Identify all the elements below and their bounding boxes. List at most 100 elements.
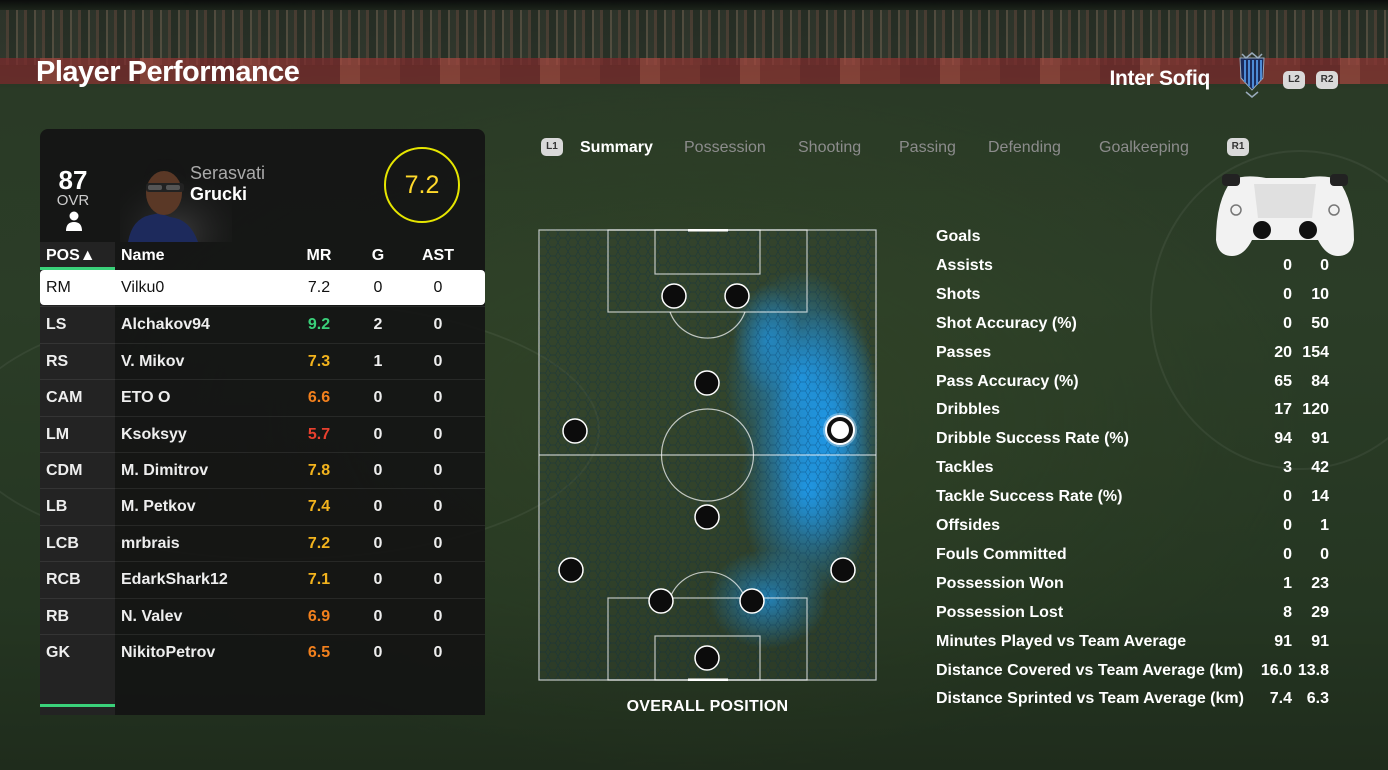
header-ast[interactable]: AST xyxy=(420,247,456,265)
table-row[interactable]: RCB EdarkShark12 7.1 0 0 xyxy=(40,561,485,596)
tab-passing[interactable]: Passing xyxy=(899,139,956,157)
stat-team-value: 42 xyxy=(1311,459,1329,477)
row-assists: 0 xyxy=(433,498,443,516)
stat-row: Goals xyxy=(936,226,1336,255)
stat-team-value: 91 xyxy=(1311,430,1329,448)
stat-row: Possession Won 1 23 xyxy=(936,573,1336,602)
table-row[interactable]: RS V. Mikov 7.3 1 0 xyxy=(40,342,485,378)
player-ovr-label: OVR xyxy=(56,192,90,209)
row-player-name: V. Mikov xyxy=(121,352,185,370)
player-first-name: Serasvati xyxy=(190,163,266,183)
team-crest-icon xyxy=(1239,52,1265,98)
row-goals: 0 xyxy=(373,498,383,516)
table-row[interactable]: CAM ETO O 6.6 0 0 xyxy=(40,379,485,414)
row-player-name: EdarkShark12 xyxy=(121,571,228,589)
row-match-rating: 7.4 xyxy=(307,498,331,516)
stat-team-value: 154 xyxy=(1302,343,1329,361)
stat-label: Dribble Success Rate (%) xyxy=(936,430,1129,448)
row-player-name: Ksoksyy xyxy=(121,425,187,443)
player-ratings-table: POS▲ Name MR G AST RM Vilku0 7.2 0 0 LS Alchak… xyxy=(40,242,485,715)
player-marker xyxy=(694,370,720,396)
stat-label: Pass Accuracy (%) xyxy=(936,372,1079,390)
r1-button[interactable]: R1 xyxy=(1227,138,1249,156)
player-last-name: Grucki xyxy=(190,184,248,204)
l2-button[interactable]: L2 xyxy=(1283,71,1305,89)
player-marker xyxy=(694,645,720,671)
stat-row: Offsides 0 1 xyxy=(936,515,1336,544)
header-name[interactable]: Name xyxy=(121,247,165,265)
row-goals: 0 xyxy=(373,389,383,407)
row-player-name: Vilku0 xyxy=(121,279,165,296)
stat-team-value: 23 xyxy=(1311,574,1329,592)
tab-goalkeeping[interactable]: Goalkeeping xyxy=(1099,139,1189,157)
row-assists: 0 xyxy=(433,316,443,334)
r2-button[interactable]: R2 xyxy=(1316,71,1338,89)
player-marker xyxy=(562,418,588,444)
player-card: 87 OVR Serasvati Grucki 7.2 xyxy=(40,129,485,242)
stat-row: Minutes Played vs Team Average 91 91 xyxy=(936,631,1336,660)
row-position: LS xyxy=(46,316,67,334)
stat-player-value: 3 xyxy=(1283,459,1292,477)
stat-player-value: 91 xyxy=(1274,632,1292,650)
tab-possession[interactable]: Possession xyxy=(684,139,766,157)
selected-player-marker-center xyxy=(831,421,849,439)
row-position: RM xyxy=(46,279,71,296)
table-row[interactable]: LS Alchakov94 9.2 2 0 xyxy=(40,306,485,341)
stat-label: Possession Lost xyxy=(936,603,1064,621)
header-pos[interactable]: POS▲ xyxy=(46,247,96,265)
tab-defending[interactable]: Defending xyxy=(988,139,1061,157)
l1-button[interactable]: L1 xyxy=(541,138,563,156)
row-assists: 0 xyxy=(433,571,443,589)
row-goals: 0 xyxy=(373,571,383,589)
stat-team-value: 91 xyxy=(1311,632,1329,650)
stat-row: Shots 0 10 xyxy=(936,284,1336,313)
table-header: POS▲ Name MR G AST xyxy=(40,242,485,269)
row-match-rating: 7.3 xyxy=(307,352,331,370)
stat-team-value: 14 xyxy=(1311,488,1329,506)
row-assists: 0 xyxy=(433,352,443,370)
table-row[interactable]: GK NikitoPetrov 6.5 0 0 xyxy=(40,634,485,669)
row-player-name: NikitoPetrov xyxy=(121,644,216,661)
stat-label: Fouls Committed xyxy=(936,545,1067,563)
row-goals: 0 xyxy=(373,279,383,296)
table-row[interactable]: RB N. Valev 6.9 0 0 xyxy=(40,597,485,633)
row-match-rating: 9.2 xyxy=(307,316,331,334)
row-match-rating: 7.2 xyxy=(307,534,331,552)
stat-label: Possession Won xyxy=(936,574,1064,592)
table-row[interactable]: LM Ksoksyy 5.7 0 0 xyxy=(40,415,485,451)
row-assists: 0 xyxy=(433,389,443,407)
stat-label: Tackle Success Rate (%) xyxy=(936,488,1123,506)
table-row[interactable]: CDM M. Dimitrov 7.8 0 0 xyxy=(40,452,485,487)
stat-label: Shot Accuracy (%) xyxy=(936,314,1077,332)
row-match-rating: 6.9 xyxy=(307,607,331,625)
row-goals: 0 xyxy=(373,462,383,479)
row-player-name: ETO O xyxy=(121,389,171,407)
stat-player-value: 7.4 xyxy=(1269,690,1292,708)
stat-row: Pass Accuracy (%) 65 84 xyxy=(936,371,1336,400)
stat-player-value: 17 xyxy=(1274,401,1292,419)
stat-row: Possession Lost 8 29 xyxy=(936,602,1336,631)
row-match-rating: 6.5 xyxy=(307,644,331,661)
row-position: LCB xyxy=(46,534,79,552)
row-position: LB xyxy=(46,498,68,516)
position-heatmap-pitch xyxy=(538,229,877,681)
match-rating-value: 7.2 xyxy=(404,171,440,199)
tab-shooting[interactable]: Shooting xyxy=(798,139,861,157)
table-row[interactable]: LB M. Petkov 7.4 0 0 xyxy=(40,488,485,523)
table-row[interactable]: LCB mrbrais 7.2 0 0 xyxy=(40,524,485,560)
row-position: LM xyxy=(46,425,70,443)
stat-label: Tackles xyxy=(936,459,994,477)
stat-player-value: 8 xyxy=(1283,603,1292,621)
stat-player-value: 94 xyxy=(1274,430,1292,448)
table-row[interactable]: RM Vilku0 7.2 0 0 xyxy=(40,270,485,305)
stat-label: Distance Sprinted vs Team Average (km) xyxy=(936,690,1244,708)
stat-row: Distance Sprinted vs Team Average (km) 7.… xyxy=(936,688,1336,717)
pitch-caption: OVERALL POSITION xyxy=(626,698,789,715)
tab-summary[interactable]: Summary xyxy=(580,139,653,157)
header-g[interactable]: G xyxy=(365,247,391,265)
row-match-rating: 7.2 xyxy=(307,279,331,296)
stat-team-value: 13.8 xyxy=(1297,661,1329,679)
row-position: RS xyxy=(46,352,69,370)
stat-row: Shot Accuracy (%) 0 50 xyxy=(936,313,1336,342)
header-mr[interactable]: MR xyxy=(302,247,336,265)
